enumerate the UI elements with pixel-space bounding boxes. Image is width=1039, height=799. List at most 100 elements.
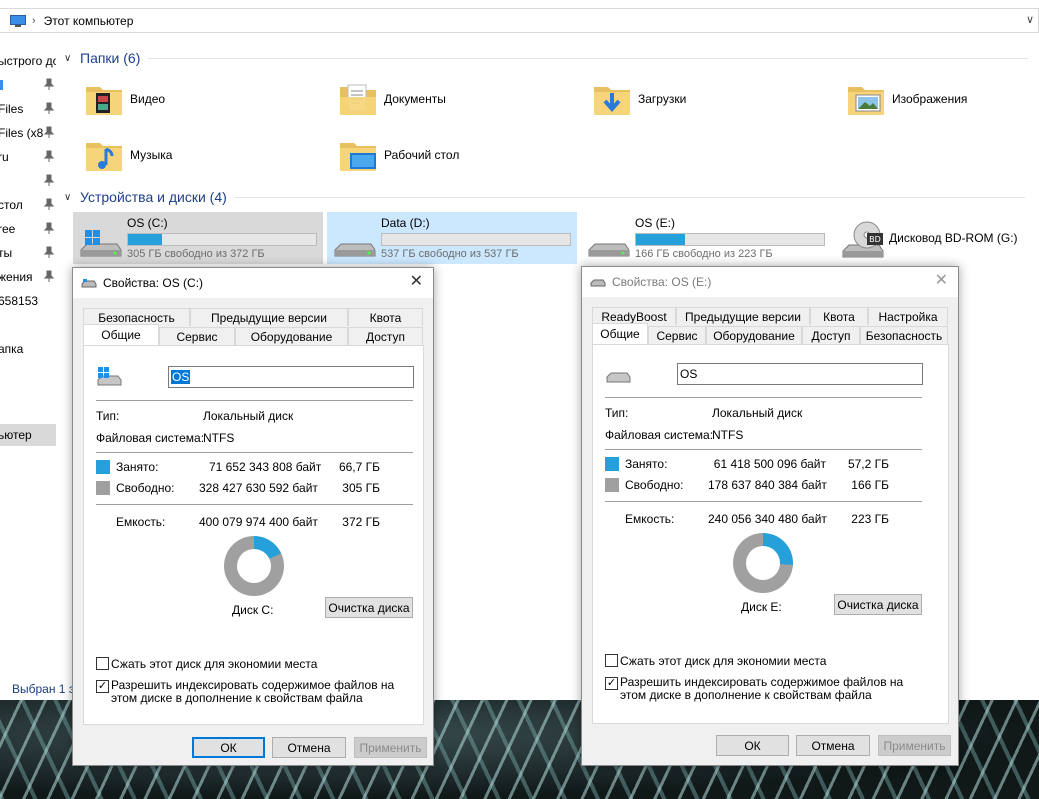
drive-free-space: 166 ГБ свободно из 223 ГБ: [635, 248, 773, 260]
dialog-titlebar[interactable]: Свойства: OS (C:) ✕: [73, 268, 433, 298]
compress-checkbox[interactable]: [96, 657, 109, 670]
nav-item[interactable]: [0, 74, 56, 96]
folder-label: Музыка: [130, 148, 173, 162]
windows-drive-icon: [97, 367, 122, 386]
free-color-swatch: [605, 478, 619, 492]
tab-general[interactable]: Общие: [83, 324, 159, 345]
drive-g[interactable]: BD Дисковод BD-ROM (G:): [835, 212, 1035, 264]
nav-item[interactable]: жения: [0, 266, 56, 288]
folders-group-header[interactable]: ∨ Папки (6): [64, 50, 1029, 66]
pin-icon: [44, 246, 54, 258]
folder-documents[interactable]: Документы: [338, 79, 446, 119]
close-icon[interactable]: ✕: [410, 274, 423, 290]
folder-downloads[interactable]: Загрузки: [592, 79, 686, 119]
free-gb: 305 ГБ: [342, 481, 380, 495]
nav-item-this-pc[interactable]: ьютер: [0, 424, 56, 446]
nav-item[interactable]: [0, 170, 56, 192]
tab-row-bottom: Общие Сервис Оборудование Доступ: [83, 324, 423, 345]
drive-name: OS (C:): [127, 216, 168, 230]
tab-previous-versions[interactable]: Предыдущие версии: [190, 308, 348, 326]
ok-button[interactable]: ОК: [192, 737, 265, 758]
cancel-button[interactable]: Отмена: [796, 735, 870, 756]
tab-quota[interactable]: Квота: [348, 308, 423, 326]
folder-videos[interactable]: Видео: [84, 79, 165, 119]
dialog-title: Свойства: OS (E:): [612, 275, 712, 289]
address-bar[interactable]: › Этот компьютер ∨: [0, 8, 1039, 33]
drive-small-icon: [590, 279, 606, 287]
filesystem-label: Файловая система:: [605, 428, 714, 442]
tab-tools[interactable]: Сервис: [159, 327, 235, 345]
volume-name-input[interactable]: OS: [677, 363, 923, 385]
nav-item[interactable]: апка: [0, 338, 56, 360]
tab-tools[interactable]: Сервис: [648, 326, 706, 344]
dialog-titlebar[interactable]: Свойства: OS (E:) ✕: [582, 267, 958, 297]
free-bytes: 328 427 630 592 байт: [199, 481, 318, 495]
chevron-right-icon: ›: [32, 14, 36, 27]
nav-item[interactable]: ru: [0, 146, 56, 168]
nav-item[interactable]: Files (x8: [0, 122, 56, 144]
general-tab-panel: OS Тип: Локальный диск Файловая система:…: [83, 345, 424, 725]
compress-checkbox[interactable]: [605, 654, 618, 667]
desktop-folder-icon: [340, 143, 376, 171]
drive-e[interactable]: OS (E:) 166 ГБ свободно из 223 ГБ: [581, 212, 831, 264]
tab-quota[interactable]: Квота: [810, 307, 868, 325]
pin-icon: [44, 198, 54, 210]
pin-icon: [44, 174, 54, 186]
music-folder-icon: [86, 143, 122, 171]
folder-label: Загрузки: [638, 92, 687, 106]
free-bytes: 178 637 840 384 байт: [708, 478, 827, 492]
drives-group-header[interactable]: ∨ Устройства и диски (4): [64, 189, 1025, 205]
properties-dialog-e: Свойства: OS (E:) ✕ ReadyBoost Предыдущи…: [581, 266, 959, 766]
folder-desktop[interactable]: Рабочий стол: [338, 135, 459, 175]
nav-item[interactable]: ыстрого до: [0, 50, 56, 72]
pin-icon: [44, 102, 54, 114]
apply-button[interactable]: Применить: [878, 735, 951, 756]
divider: [96, 504, 413, 505]
capacity-label: Емкость:: [625, 512, 675, 526]
drive-d[interactable]: Data (D:) 537 ГБ свободно из 537 ГБ: [327, 212, 577, 264]
chevron-down-icon[interactable]: ∨: [1026, 13, 1034, 26]
disk-cleanup-button[interactable]: Очистка диска: [325, 597, 413, 618]
computer-icon: [10, 14, 26, 27]
filesystem-value: NTFS: [712, 428, 744, 442]
tab-general[interactable]: Общие: [592, 323, 648, 344]
tab-customize[interactable]: Настройка: [868, 307, 948, 325]
free-gb: 166 ГБ: [851, 478, 889, 492]
tab-hardware[interactable]: Оборудование: [706, 326, 802, 344]
folder-music[interactable]: Музыка: [84, 135, 172, 175]
quick-access-blue-marker: [0, 80, 3, 90]
divider: [605, 397, 922, 398]
nav-item[interactable]: Files: [0, 98, 56, 120]
nav-item[interactable]: ree: [0, 218, 56, 240]
tab-previous-versions[interactable]: Предыдущие версии: [676, 307, 810, 325]
downloads-folder-icon: [594, 87, 630, 115]
index-checkbox[interactable]: ✓: [96, 680, 109, 693]
disk-cleanup-button[interactable]: Очистка диска: [834, 594, 922, 615]
ok-button[interactable]: ОК: [716, 735, 789, 756]
used-label: Занято:: [625, 457, 668, 471]
video-folder-icon: [86, 87, 122, 115]
nav-item[interactable]: 658153: [0, 290, 56, 312]
used-label: Занято:: [116, 460, 159, 474]
pin-icon: [44, 150, 54, 162]
volume-name-input[interactable]: OS: [168, 366, 414, 388]
used-bytes: 61 418 500 096 байт: [713, 457, 826, 471]
group-divider: [148, 57, 1029, 59]
nav-item[interactable]: ты: [0, 242, 56, 264]
tab-sharing[interactable]: Доступ: [802, 326, 860, 344]
tab-sharing[interactable]: Доступ: [348, 327, 423, 345]
filesystem-label: Файловая система:: [96, 431, 205, 445]
drive-c[interactable]: OS (C:) 305 ГБ свободно из 372 ГБ: [73, 212, 323, 264]
cancel-button[interactable]: Отмена: [272, 737, 346, 758]
tab-security[interactable]: Безопасность: [860, 326, 948, 344]
divider: [605, 449, 922, 450]
close-icon[interactable]: ✕: [935, 273, 948, 289]
used-gb: 66,7 ГБ: [338, 460, 380, 474]
address-path: Этот компьютер: [43, 13, 134, 28]
folder-pictures[interactable]: Изображения: [846, 79, 967, 119]
apply-button[interactable]: Применить: [354, 737, 427, 758]
free-color-swatch: [96, 481, 110, 495]
tab-hardware[interactable]: Оборудование: [235, 327, 348, 345]
index-checkbox[interactable]: ✓: [605, 677, 618, 690]
nav-item[interactable]: стол: [0, 194, 56, 216]
